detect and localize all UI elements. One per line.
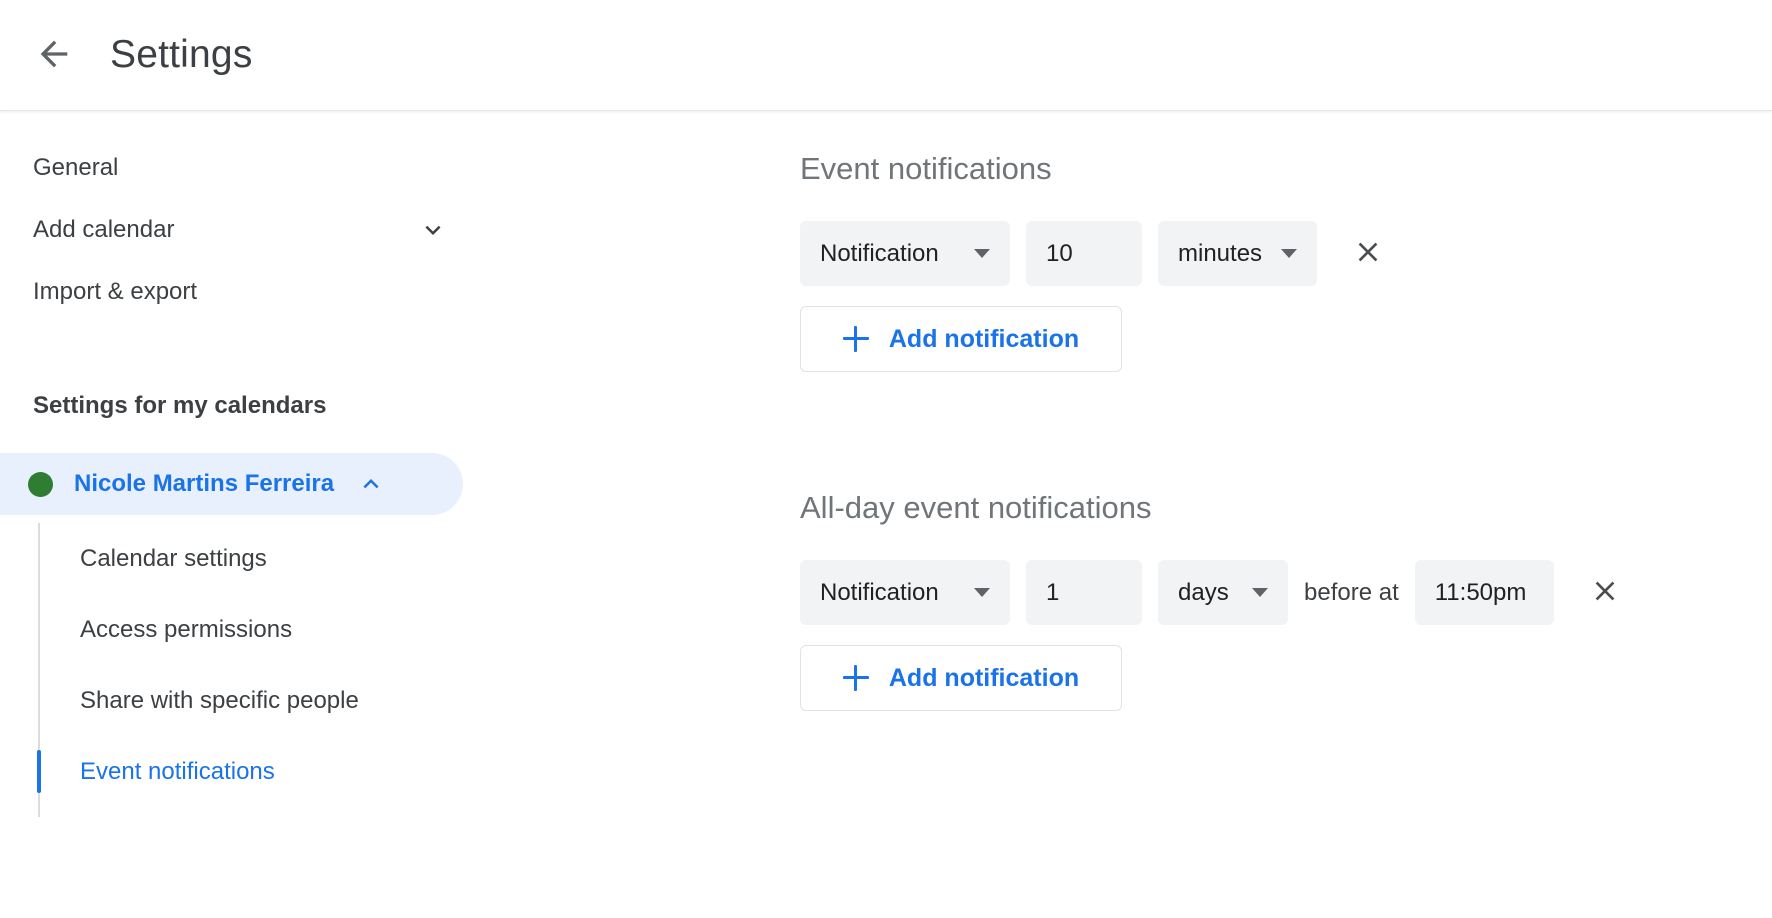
sidebar-item-event-notifications[interactable]: Event notifications <box>0 736 700 807</box>
allday-notification-row: Notification days before at <box>700 560 1772 625</box>
sidebar-section-label: Settings for my calendars <box>0 375 700 437</box>
allday-notification-unit-select[interactable]: days <box>1158 560 1288 625</box>
allday-event-notifications-section: All-day event notifications Notification… <box>700 490 1772 711</box>
notification-amount-input[interactable] <box>1026 221 1142 286</box>
remove-notification-button[interactable] <box>1345 231 1391 277</box>
settings-content: Event notifications Notification minutes <box>700 111 1772 918</box>
app-header: Settings <box>0 0 1772 111</box>
allday-notification-type-select[interactable]: Notification <box>800 560 1010 625</box>
sidebar-item-label: General <box>33 154 118 182</box>
subnav-item-label: Access permissions <box>80 616 292 644</box>
sidebar-item-general[interactable]: General <box>0 137 700 199</box>
event-notification-row: Notification minutes <box>700 221 1772 286</box>
notification-unit-value: minutes <box>1178 240 1262 268</box>
subnav-item-label: Calendar settings <box>80 545 267 573</box>
allday-notification-unit-value: days <box>1178 579 1229 607</box>
plus-icon <box>843 665 869 691</box>
arrow-left-icon <box>34 34 74 77</box>
close-icon <box>1589 575 1621 610</box>
sidebar-calendar-nicole-martins-ferreira[interactable]: Nicole Martins Ferreira <box>0 453 463 515</box>
add-event-notification-button[interactable]: Add notification <box>800 306 1122 372</box>
caret-down-icon <box>1281 249 1297 258</box>
notification-unit-select[interactable]: minutes <box>1158 221 1317 286</box>
allday-notification-type-value: Notification <box>820 579 939 607</box>
settings-body: General Add calendar Import & export Set… <box>0 111 1772 918</box>
calendar-name-label: Nicole Martins Ferreira <box>74 470 334 498</box>
chevron-down-icon[interactable] <box>418 199 448 261</box>
allday-notification-time-input[interactable] <box>1415 560 1554 625</box>
allday-notification-amount-input[interactable] <box>1026 560 1142 625</box>
add-notification-label: Add notification <box>889 664 1079 693</box>
notification-type-value: Notification <box>820 240 939 268</box>
notification-type-select[interactable]: Notification <box>800 221 1010 286</box>
calendar-color-dot <box>28 472 53 497</box>
sidebar-item-access-permissions[interactable]: Access permissions <box>0 594 700 665</box>
sidebar-item-label: Add calendar <box>33 216 174 244</box>
chevron-up-icon[interactable] <box>356 469 386 499</box>
subnav-item-label: Share with specific people <box>80 687 359 715</box>
sidebar-item-label: Import & export <box>33 278 197 306</box>
add-notification-label: Add notification <box>889 325 1079 354</box>
sidebar-item-calendar-settings[interactable]: Calendar settings <box>0 523 700 594</box>
calendar-subnav: Calendar settings Access permissions Sha… <box>0 523 700 807</box>
subnav-item-label: Event notifications <box>80 758 275 786</box>
event-notifications-heading: Event notifications <box>700 151 1772 187</box>
before-at-label: before at <box>1304 579 1399 607</box>
sidebar-item-share-with-specific-people[interactable]: Share with specific people <box>0 665 700 736</box>
caret-down-icon <box>974 588 990 597</box>
settings-sidebar: General Add calendar Import & export Set… <box>0 111 700 918</box>
page-title: Settings <box>110 33 253 77</box>
back-button[interactable] <box>26 27 82 83</box>
caret-down-icon <box>1252 588 1268 597</box>
allday-event-notifications-heading: All-day event notifications <box>700 490 1772 526</box>
close-icon <box>1352 236 1384 271</box>
add-allday-notification-button[interactable]: Add notification <box>800 645 1122 711</box>
caret-down-icon <box>974 249 990 258</box>
remove-allday-notification-button[interactable] <box>1582 570 1628 616</box>
event-notifications-section: Event notifications Notification minutes <box>700 151 1772 372</box>
plus-icon <box>843 326 869 352</box>
sidebar-item-import-export[interactable]: Import & export <box>0 261 700 323</box>
sidebar-item-add-calendar[interactable]: Add calendar <box>0 199 700 261</box>
